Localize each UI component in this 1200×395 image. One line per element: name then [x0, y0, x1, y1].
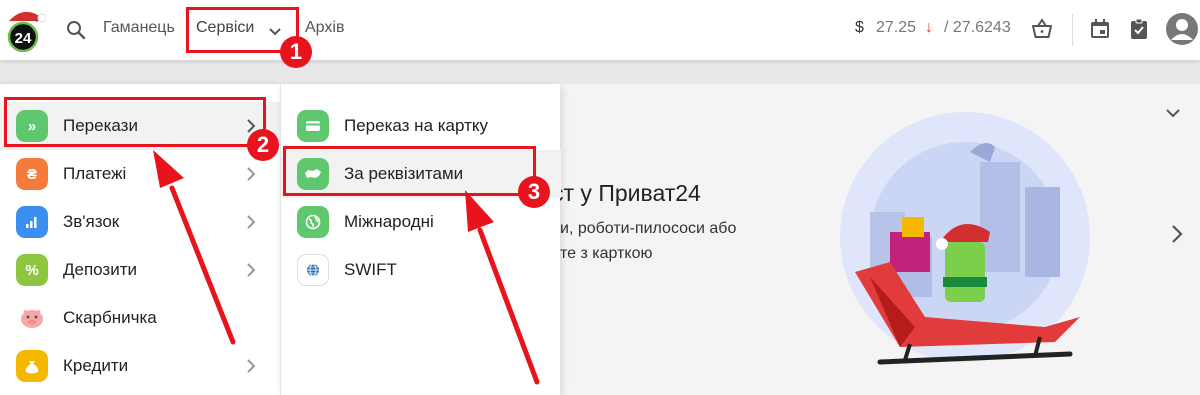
privat24-logo[interactable]: 24 — [4, 8, 47, 53]
chevron-right-icon — [246, 166, 256, 182]
menu-item-label: Скарбничка — [63, 308, 157, 327]
menu-item-deposits[interactable]: % Депозити — [0, 246, 280, 294]
submenu-item-swift[interactable]: SWIFT — [281, 246, 561, 294]
card-icon — [297, 110, 329, 142]
menu-item-label: Депозити — [63, 260, 138, 279]
menu-item-label: Кредити — [63, 356, 129, 375]
clipboard-check-icon[interactable] — [1127, 17, 1151, 41]
submenu-item-international[interactable]: Міжнародні — [281, 198, 561, 246]
user-avatar-icon[interactable] — [1166, 13, 1198, 45]
menu-item-credits[interactable]: Кредити — [0, 342, 280, 390]
header-divider — [1072, 14, 1073, 46]
menu-item-label: Платежі — [63, 164, 127, 183]
globe-icon — [297, 206, 329, 238]
calendar-icon[interactable] — [1088, 17, 1112, 41]
logo-text: 24 — [15, 30, 32, 47]
currency-sign: $ — [855, 19, 864, 36]
rate-sell: / 27.6243 — [944, 19, 1011, 36]
chevron-right-icon[interactable] — [1170, 224, 1184, 244]
promo-illustration — [830, 92, 1100, 382]
search-icon[interactable] — [66, 20, 86, 40]
nav-archive[interactable]: Архів — [305, 19, 344, 37]
swift-icon — [297, 254, 329, 286]
menu-item-label: Зв'язок — [63, 212, 120, 231]
chevron-right-icon — [246, 214, 256, 230]
percent-icon: % — [16, 254, 48, 286]
menu-item-label: Переказ на картку — [344, 116, 489, 135]
payments-icon: ₴ — [16, 158, 48, 190]
annotation-box-by-details — [283, 146, 536, 196]
annotation-box-transfers — [4, 97, 266, 147]
promo-text: те з карткою — [560, 245, 653, 262]
menu-item-label: SWIFT — [344, 260, 397, 279]
rate-down-arrow: ↓ — [925, 19, 933, 36]
annotation-badge-2: 2 — [247, 129, 279, 161]
menu-item-payments[interactable]: ₴ Платежі — [0, 150, 280, 198]
nav-wallet[interactable]: Гаманець — [103, 19, 175, 37]
basket-icon[interactable] — [1030, 17, 1054, 41]
chevron-right-icon — [246, 358, 256, 374]
signal-icon — [16, 206, 48, 238]
chevron-down-icon[interactable] — [1165, 106, 1181, 118]
promo-title: ст у Приват24 — [552, 180, 701, 206]
menu-item-label: Міжнародні — [344, 212, 434, 231]
chevron-right-icon — [246, 262, 256, 278]
promo-text: и, роботи-пилососи або — [560, 220, 737, 237]
top-header: 24 Гаманець Сервіси Архів $ 27.25 ↓ / 27… — [0, 0, 1200, 60]
annotation-badge-3: 3 — [518, 176, 550, 208]
rate-buy: 27.25 — [876, 19, 917, 36]
money-bag-icon — [16, 350, 48, 382]
menu-item-piggy-bank[interactable]: Скарбничка — [0, 294, 280, 342]
submenu-item-card-transfer[interactable]: Переказ на картку — [281, 102, 561, 150]
transfers-submenu: Переказ на картку За реквізитами Міжнаро… — [280, 84, 561, 395]
piggy-bank-icon — [16, 302, 48, 334]
annotation-badge-1: 1 — [280, 36, 312, 68]
menu-item-communication[interactable]: Зв'язок — [0, 198, 280, 246]
